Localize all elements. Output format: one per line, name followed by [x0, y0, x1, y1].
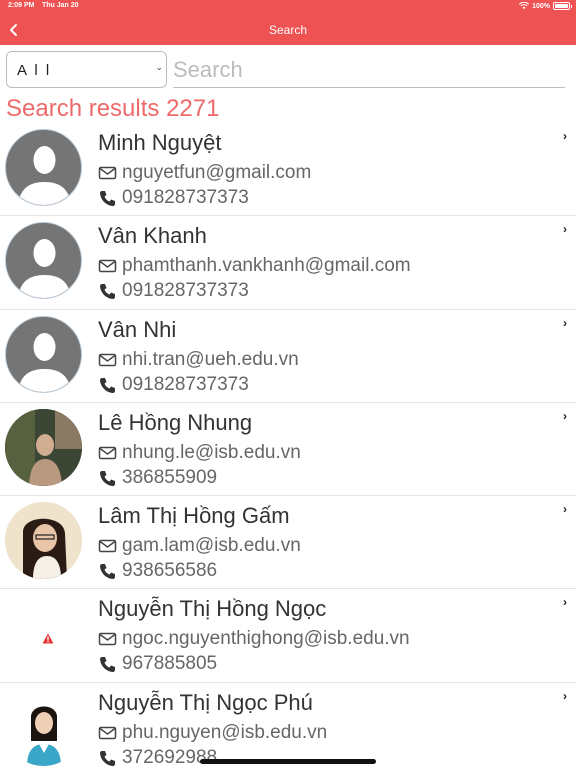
wifi-icon	[519, 2, 530, 10]
person-silhouette-icon	[18, 332, 71, 392]
contact-phone-line: 372692988	[98, 747, 217, 768]
contact-phone[interactable]: 372692988	[122, 747, 217, 768]
home-indicator[interactable]	[200, 759, 376, 764]
contact-email-line: nhung.le@isb.edu.vn	[98, 442, 301, 464]
list-item[interactable]: Nguyễn Thị Ngọc Phú phu.nguyen@isb.edu.v…	[0, 682, 576, 768]
search-results-count: Search results 2271	[6, 95, 220, 122]
contact-email-line: ngoc.nguyenthighong@isb.edu.vn	[98, 628, 410, 650]
envelope-icon	[98, 353, 117, 366]
contact-name: Lâm Thị Hồng Gấm	[98, 503, 290, 529]
chevron-right-icon: ›	[563, 129, 567, 143]
avatar	[5, 502, 82, 580]
filter-selected-value: A l l	[17, 62, 52, 79]
chevron-right-icon: ›	[563, 315, 567, 330]
phone-icon	[100, 377, 115, 393]
status-date: Thu Jan 20	[42, 2, 79, 9]
avatar	[5, 595, 82, 672]
contact-phone-line: 091828737373	[98, 187, 249, 209]
contact-list: Minh Nguyệt nguyetfun@gmail.com 09182873…	[0, 123, 576, 768]
profile-photo	[5, 408, 82, 486]
chevron-down-icon: ⌄	[155, 62, 163, 72]
contact-phone-line: 967885805	[98, 653, 217, 675]
envelope-icon	[98, 633, 117, 646]
avatar	[5, 129, 82, 206]
contact-name: Lê Hồng Nhung	[98, 409, 253, 435]
envelope-icon	[98, 726, 117, 740]
envelope-icon	[98, 166, 117, 180]
list-item[interactable]: Lâm Thị Hồng Gấm gam.lam@isb.edu.vn 9386…	[0, 496, 576, 590]
list-item[interactable]: Nguyễn Thị Hồng Ngọc ngoc.nguyenthighong…	[0, 589, 576, 683]
avatar	[5, 222, 82, 300]
top-app-bar: 2:09 PM Thu Jan 20 100% Search	[0, 0, 576, 45]
chevron-right-icon: ›	[563, 408, 567, 423]
broken-image-warning-icon	[42, 633, 54, 644]
battery-icon	[553, 2, 572, 10]
person-silhouette-icon	[18, 239, 71, 299]
contact-email[interactable]: nguyetfun@gmail.com	[122, 162, 311, 184]
avatar	[5, 315, 82, 393]
contact-name: Vân Nhi	[98, 316, 177, 342]
contact-name: Vân Khanh	[98, 223, 207, 249]
phone-icon	[100, 284, 115, 300]
envelope-icon	[98, 539, 117, 553]
contact-email-line: nhi.tran@ueh.edu.vn	[98, 349, 299, 371]
battery-percent: 100%	[532, 2, 550, 10]
envelope-icon	[98, 446, 117, 460]
contact-email[interactable]: nhung.le@isb.edu.vn	[122, 442, 301, 464]
phone-icon	[100, 750, 115, 766]
list-item[interactable]: Vân Nhi nhi.tran@ueh.edu.vn 091828737373…	[0, 309, 576, 403]
contact-phone[interactable]: 386855909	[122, 467, 217, 489]
contact-email-line: phamthanh.vankhanh@gmail.com	[98, 255, 411, 277]
contact-name: Minh Nguyệt	[98, 130, 222, 155]
contact-email[interactable]: phu.nguyen@isb.edu.vn	[122, 722, 327, 744]
contact-phone[interactable]: 091828737373	[122, 374, 249, 396]
profile-photo	[5, 502, 82, 580]
contact-name: Nguyễn Thị Ngọc Phú	[98, 689, 313, 715]
phone-icon	[100, 470, 115, 486]
chevron-right-icon: ›	[563, 688, 567, 703]
contact-email-line: phu.nguyen@isb.edu.vn	[98, 722, 327, 744]
avatar	[5, 688, 82, 766]
person-silhouette-icon	[18, 146, 71, 205]
list-item[interactable]: Minh Nguyệt nguyetfun@gmail.com 09182873…	[0, 123, 576, 217]
profile-photo	[5, 688, 82, 766]
contact-phone-line: 386855909	[98, 467, 217, 489]
page-title: Search	[268, 23, 308, 37]
contact-phone-line: 091828737373	[98, 280, 249, 302]
contact-email-line: gam.lam@isb.edu.vn	[98, 535, 301, 557]
contact-email[interactable]: gam.lam@isb.edu.vn	[122, 535, 301, 557]
phone-icon	[100, 191, 115, 206]
chevron-right-icon: ›	[563, 222, 567, 237]
envelope-icon	[98, 260, 117, 273]
contact-phone[interactable]: 091828737373	[122, 187, 249, 209]
search-input[interactable]	[173, 52, 565, 88]
contact-name: Nguyễn Thị Hồng Ngọc	[98, 596, 327, 622]
chevron-right-icon: ›	[563, 595, 567, 610]
phone-icon	[100, 657, 115, 673]
list-item[interactable]: Lê Hồng Nhung nhung.le@isb.edu.vn 386855…	[0, 402, 576, 497]
contact-email[interactable]: nhi.tran@ueh.edu.vn	[122, 349, 299, 371]
avatar	[5, 408, 82, 486]
contact-phone[interactable]: 938656586	[122, 560, 217, 582]
chevron-right-icon: ›	[563, 502, 567, 517]
list-item[interactable]: Vân Khanh phamthanh.vankhanh@gmail.com 0…	[0, 216, 576, 310]
category-filter-select[interactable]: A l l ⌄	[6, 51, 167, 88]
contact-email[interactable]: ngoc.nguyenthighong@isb.edu.vn	[122, 628, 410, 650]
contact-email-line: nguyetfun@gmail.com	[98, 162, 311, 184]
contact-phone[interactable]: 967885805	[122, 653, 217, 675]
contact-phone-line: 091828737373	[98, 374, 249, 396]
status-indicators: 100%	[519, 2, 572, 10]
contact-phone-line: 938656586	[98, 560, 217, 582]
contact-email[interactable]: phamthanh.vankhanh@gmail.com	[122, 255, 411, 277]
contact-phone[interactable]: 091828737373	[122, 280, 249, 302]
status-time: 2:09 PM	[8, 2, 35, 9]
phone-icon	[100, 564, 115, 580]
